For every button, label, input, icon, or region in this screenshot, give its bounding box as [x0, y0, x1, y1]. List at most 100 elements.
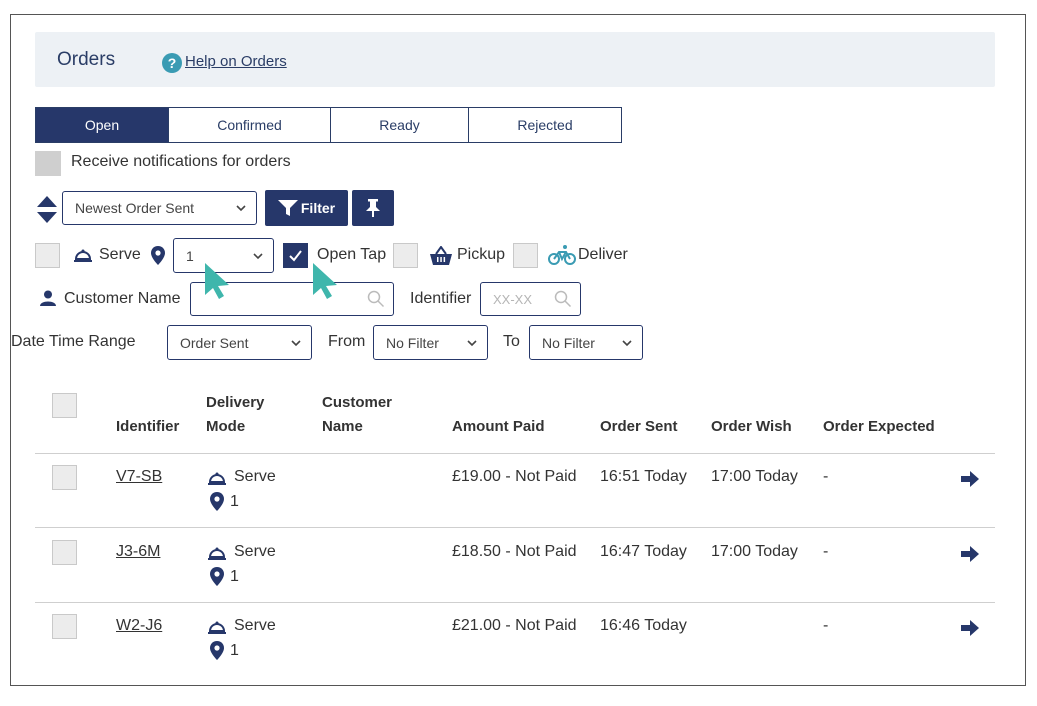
row-sent: 16:46 Today — [600, 617, 687, 634]
page-title: Orders — [57, 49, 116, 70]
basket-icon — [430, 246, 452, 265]
mouse-pointer-icon — [205, 263, 229, 299]
row-divider — [35, 527, 995, 528]
order-id-link[interactable]: W2-J6 — [116, 617, 162, 635]
status-tabs: Open Confirmed Ready Rejected — [35, 107, 622, 143]
row-checkbox[interactable] — [52, 614, 77, 639]
tab-open[interactable]: Open — [35, 107, 169, 143]
col-identifier[interactable]: Identifier — [116, 415, 179, 439]
arrow-right-icon[interactable] — [961, 620, 979, 636]
row-sent: 16:47 Today — [600, 543, 687, 560]
to-label: To — [503, 333, 520, 350]
location-pin-icon — [210, 567, 224, 586]
row-table: 1 — [230, 493, 239, 510]
notifications-label: Receive notifications for orders — [71, 153, 291, 170]
identifier-placeholder: XX-XX — [493, 291, 533, 307]
chevron-down-icon — [291, 339, 301, 346]
identifier-label: Identifier — [410, 290, 472, 307]
from-select[interactable]: No Filter — [373, 325, 488, 360]
col-customer-line1[interactable]: Customer — [322, 391, 392, 415]
row-wish: 17:00 Today — [711, 468, 798, 485]
serve-checkbox[interactable] — [35, 243, 60, 268]
pickup-checkbox[interactable] — [393, 243, 418, 268]
order-id-link[interactable]: V7-SB — [116, 468, 162, 486]
arrow-right-icon[interactable] — [961, 471, 979, 487]
chevron-down-icon — [253, 252, 263, 259]
col-wish[interactable]: Order Wish — [711, 415, 792, 439]
sort-select-value: Newest Order Sent — [75, 200, 195, 216]
col-delivery-line1[interactable]: Delivery — [206, 391, 264, 415]
person-icon — [40, 290, 56, 306]
search-icon — [554, 290, 572, 308]
filter-button-label: Filter — [300, 200, 336, 216]
row-wish: 17:00 Today — [711, 543, 798, 560]
to-value: No Filter — [542, 334, 595, 351]
col-delivery-line2[interactable]: Mode — [206, 415, 245, 439]
deliver-label: Deliver — [578, 246, 628, 263]
col-sent[interactable]: Order Sent — [600, 415, 678, 439]
pickup-label: Pickup — [457, 246, 506, 263]
pin-icon — [366, 199, 380, 217]
row-expected: - — [823, 543, 829, 560]
row-mode: Serve — [234, 617, 276, 634]
date-field-select[interactable]: Order Sent — [167, 325, 312, 360]
help-icon[interactable]: ? — [162, 53, 182, 73]
row-mode: Serve — [234, 543, 276, 560]
row-amount: £18.50 - Not Paid — [452, 543, 577, 560]
serve-icon — [208, 547, 226, 560]
location-pin-icon — [210, 641, 224, 660]
date-range-label: Date Time Range — [11, 333, 136, 350]
chevron-down-icon — [622, 339, 632, 346]
tab-ready[interactable]: Ready — [330, 107, 469, 143]
from-value: No Filter — [386, 334, 439, 351]
col-expected[interactable]: Order Expected — [823, 415, 935, 439]
from-label: From — [328, 333, 366, 350]
row-checkbox[interactable] — [52, 540, 77, 565]
row-amount: £21.00 - Not Paid — [452, 617, 577, 634]
row-divider — [35, 602, 995, 603]
help-link[interactable]: Help on Orders — [185, 53, 287, 70]
location-pin-icon — [210, 492, 224, 511]
serve-icon — [74, 249, 92, 262]
chevron-down-icon — [236, 205, 246, 212]
row-expected: - — [823, 617, 829, 634]
arrow-right-icon[interactable] — [961, 546, 979, 562]
header-divider — [35, 453, 995, 454]
title-bar: Orders ? Help on Orders — [35, 32, 995, 87]
location-pin-icon — [151, 246, 165, 265]
date-field-value: Order Sent — [180, 334, 249, 351]
row-sent: 16:51 Today — [600, 468, 687, 485]
bicycle-icon — [548, 245, 576, 265]
row-amount: £19.00 - Not Paid — [452, 468, 577, 485]
serve-icon — [208, 621, 226, 634]
sort-select[interactable]: Newest Order Sent — [62, 191, 257, 225]
row-expected: - — [823, 468, 829, 485]
filter-icon — [277, 200, 298, 216]
serve-label: Serve — [99, 246, 141, 263]
open-tap-checkbox[interactable] — [283, 243, 308, 268]
checkmark-icon — [289, 250, 302, 262]
tab-rejected[interactable]: Rejected — [468, 107, 622, 143]
col-amount[interactable]: Amount Paid — [452, 415, 545, 439]
row-table: 1 — [230, 642, 239, 659]
order-id-link[interactable]: J3-6M — [116, 543, 160, 561]
row-checkbox[interactable] — [52, 465, 77, 490]
identifier-input[interactable]: XX-XX — [480, 282, 581, 316]
search-icon — [367, 290, 385, 308]
orders-panel: Orders ? Help on Orders Open Confirmed R… — [10, 14, 1026, 686]
row-mode: Serve — [234, 468, 276, 485]
sort-icon[interactable] — [37, 195, 57, 225]
table-select-value: 1 — [186, 247, 194, 264]
notifications-checkbox[interactable] — [35, 151, 61, 176]
to-select[interactable]: No Filter — [529, 325, 643, 360]
mouse-pointer-icon — [313, 263, 337, 299]
chevron-down-icon — [467, 339, 477, 346]
tab-confirmed[interactable]: Confirmed — [168, 107, 331, 143]
deliver-checkbox[interactable] — [513, 243, 538, 268]
col-customer-line2[interactable]: Name — [322, 415, 363, 439]
serve-icon — [208, 472, 226, 485]
pin-button[interactable] — [352, 190, 394, 226]
filter-button[interactable]: Filter — [265, 190, 348, 226]
customer-name-label: Customer Name — [64, 290, 181, 307]
select-all-checkbox[interactable] — [52, 393, 77, 418]
